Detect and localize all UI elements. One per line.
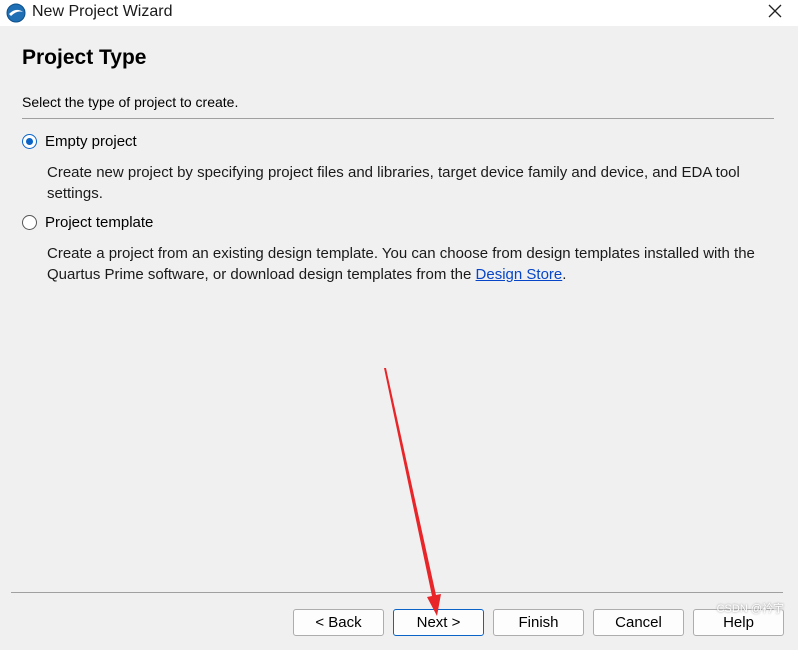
template-description-text: Create a project from an existing design… — [47, 245, 755, 283]
empty-project-radio[interactable] — [22, 134, 37, 149]
page-title: Project Type — [22, 46, 147, 69]
wizard-content: Project Type Select the type of project … — [0, 26, 798, 650]
watermark-text: CSDN @衿宇 — [716, 603, 784, 615]
template-description-end: . — [562, 266, 567, 283]
title-bar: New Project Wizard — [0, 0, 798, 26]
project-template-description: Create a project from an existing design… — [47, 243, 772, 285]
close-icon — [768, 4, 782, 23]
header-divider — [22, 118, 774, 119]
footer-divider — [11, 592, 783, 593]
quartus-app-icon — [6, 3, 26, 23]
next-button[interactable]: Next > — [393, 609, 484, 636]
close-button[interactable] — [752, 0, 798, 26]
back-button[interactable]: < Back — [293, 609, 384, 636]
project-template-radio[interactable] — [22, 215, 37, 230]
empty-project-label: Empty project — [45, 133, 137, 150]
window-title: New Project Wizard — [32, 3, 173, 20]
empty-project-option[interactable]: Empty project — [22, 133, 137, 150]
project-template-option[interactable]: Project template — [22, 214, 153, 231]
cancel-button[interactable]: Cancel — [593, 609, 684, 636]
finish-button[interactable]: Finish — [493, 609, 584, 636]
empty-project-description: Create new project by specifying project… — [47, 164, 740, 202]
project-template-label: Project template — [45, 214, 154, 231]
design-store-link[interactable]: Design Store — [476, 266, 563, 283]
page-subtitle: Select the type of project to create. — [22, 94, 239, 110]
